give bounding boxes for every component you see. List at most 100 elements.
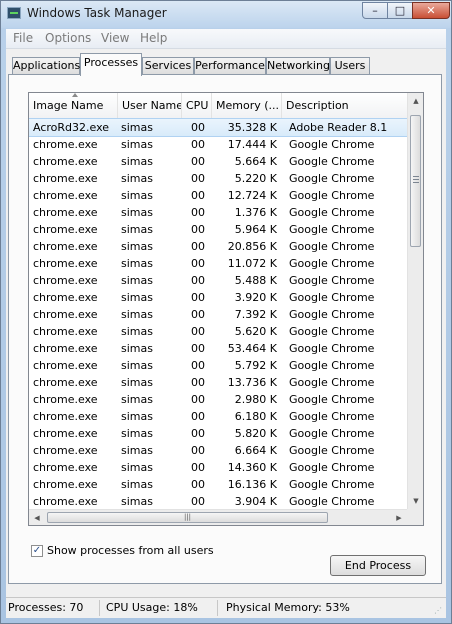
process-row[interactable]: chrome.exe simas 00 5.820 K Google Chrome xyxy=(29,425,407,442)
column-header-user-name[interactable]: User Name xyxy=(118,93,182,118)
process-row[interactable]: chrome.exe simas 00 1.376 K Google Chrome xyxy=(29,204,407,221)
column-header-memory[interactable]: Memory (... xyxy=(212,93,282,118)
process-image-name: chrome.exe xyxy=(33,223,98,236)
process-row[interactable]: chrome.exe simas 00 3.920 K Google Chrome xyxy=(29,289,407,306)
process-description: Google Chrome xyxy=(289,240,375,253)
menu-help[interactable]: Help xyxy=(140,31,167,45)
menu-view[interactable]: View xyxy=(101,31,129,45)
column-label: CPU xyxy=(186,99,209,112)
tab-performance[interactable]: Performance xyxy=(194,57,266,75)
process-row[interactable]: chrome.exe simas 00 13.736 K Google Chrome xyxy=(29,374,407,391)
process-row[interactable]: chrome.exe simas 00 5.792 K Google Chrome xyxy=(29,357,407,374)
column-header-row: Image Name User Name CPU Memory (... Des… xyxy=(29,93,407,119)
horizontal-scroll-thumb[interactable]: ||| xyxy=(47,512,328,523)
process-row[interactable]: chrome.exe simas 00 5.964 K Google Chrome xyxy=(29,221,407,238)
process-row[interactable]: chrome.exe simas 00 16.136 K Google Chrome xyxy=(29,476,407,493)
process-row[interactable]: chrome.exe simas 00 5.664 K Google Chrome xyxy=(29,153,407,170)
process-image-name: chrome.exe xyxy=(33,325,98,338)
process-row[interactable]: AcroRd32.exe simas 00 35.328 K Adobe Reader … xyxy=(29,118,408,137)
tab-processes[interactable]: Processes xyxy=(80,53,142,76)
process-row[interactable]: chrome.exe simas 00 6.664 K Google Chrome xyxy=(29,442,407,459)
process-description: Google Chrome xyxy=(289,342,375,355)
process-row[interactable]: chrome.exe simas 00 7.392 K Google Chrome xyxy=(29,306,407,323)
process-description: Google Chrome xyxy=(289,274,375,287)
close-button[interactable]: ✕ xyxy=(412,2,450,19)
process-image-name: chrome.exe xyxy=(33,461,98,474)
process-cpu: 00 xyxy=(191,461,205,474)
process-row[interactable]: chrome.exe simas 00 17.444 K Google Chrome xyxy=(29,136,407,153)
process-user-name: simas xyxy=(121,155,153,168)
scroll-right-icon[interactable]: ▶ xyxy=(391,510,407,525)
process-user-name: simas xyxy=(121,393,153,406)
process-image-name: chrome.exe xyxy=(33,206,98,219)
vertical-scroll-thumb[interactable] xyxy=(410,115,421,247)
process-cpu: 00 xyxy=(191,427,205,440)
process-row[interactable]: chrome.exe simas 00 2.980 K Google Chrome xyxy=(29,391,407,408)
process-cpu: 00 xyxy=(191,257,205,270)
process-cpu: 00 xyxy=(191,478,205,491)
process-user-name: simas xyxy=(121,257,153,270)
vertical-scrollbar[interactable]: ▲ ▼ xyxy=(407,93,423,509)
process-cpu: 00 xyxy=(191,274,205,287)
column-header-cpu[interactable]: CPU xyxy=(182,93,212,118)
process-image-name: chrome.exe xyxy=(33,274,98,287)
process-memory: 17.444 K xyxy=(227,138,277,151)
menu-file[interactable]: File xyxy=(13,31,33,45)
process-row[interactable]: chrome.exe simas 00 5.620 K Google Chrome xyxy=(29,323,407,340)
menu-options[interactable]: Options xyxy=(45,31,91,45)
maximize-button[interactable]: □ xyxy=(387,2,413,19)
show-all-users-checkbox[interactable]: ✓ xyxy=(31,545,43,557)
process-row[interactable]: chrome.exe simas 00 53.464 K Google Chrome xyxy=(29,340,407,357)
task-manager-window: Windows Task Manager – □ ✕ File Options … xyxy=(0,0,452,624)
process-user-name: simas xyxy=(121,274,153,287)
tab-users[interactable]: Users xyxy=(330,57,370,75)
process-image-name: chrome.exe xyxy=(33,376,98,389)
process-cpu: 00 xyxy=(191,393,205,406)
process-cpu: 00 xyxy=(191,223,205,236)
process-cpu: 00 xyxy=(191,138,205,151)
process-row[interactable]: chrome.exe simas 00 6.180 K Google Chrome xyxy=(29,408,407,425)
process-user-name: simas xyxy=(121,342,153,355)
process-row[interactable]: chrome.exe simas 00 3.904 K Google Chrome xyxy=(29,493,407,510)
column-label: User Name xyxy=(122,99,182,112)
process-cpu: 00 xyxy=(191,206,205,219)
status-bar: Processes: 70 CPU Usage: 18% Physical Me… xyxy=(6,597,446,618)
process-memory: 6.664 K xyxy=(234,444,277,457)
minimize-button[interactable]: – xyxy=(362,2,388,19)
tab-networking[interactable]: Networking xyxy=(266,57,330,75)
column-header-description[interactable]: Description xyxy=(282,93,407,118)
process-memory: 5.220 K xyxy=(234,172,277,185)
process-row[interactable]: chrome.exe simas 00 12.724 K Google Chrome xyxy=(29,187,407,204)
column-label: Memory (... xyxy=(216,99,280,112)
process-row[interactable]: chrome.exe simas 00 5.220 K Google Chrome xyxy=(29,170,407,187)
process-user-name: simas xyxy=(121,240,153,253)
horizontal-scrollbar[interactable]: ◀ ||| ▶ xyxy=(29,509,407,525)
process-memory: 3.920 K xyxy=(234,291,277,304)
tab-applications[interactable]: Applications xyxy=(12,57,80,75)
process-user-name: simas xyxy=(121,495,153,508)
column-header-image-name[interactable]: Image Name xyxy=(29,93,118,118)
process-memory: 12.724 K xyxy=(227,189,277,202)
column-label: Description xyxy=(286,99,349,112)
show-all-users-label[interactable]: Show processes from all users xyxy=(47,544,214,557)
scroll-down-icon[interactable]: ▼ xyxy=(408,493,423,509)
end-process-button[interactable]: End Process xyxy=(330,555,426,576)
process-cpu: 00 xyxy=(191,155,205,168)
process-description: Google Chrome xyxy=(289,257,375,270)
process-user-name: simas xyxy=(121,223,153,236)
process-row[interactable]: chrome.exe simas 00 11.072 K Google Chrome xyxy=(29,255,407,272)
process-row[interactable]: chrome.exe simas 00 5.488 K Google Chrome xyxy=(29,272,407,289)
process-row[interactable]: chrome.exe simas 00 20.856 K Google Chrome xyxy=(29,238,407,255)
process-list[interactable]: Image Name User Name CPU Memory (... Des… xyxy=(28,92,424,526)
process-description: Google Chrome xyxy=(289,172,375,185)
title-bar[interactable]: Windows Task Manager – □ ✕ xyxy=(1,1,451,28)
tab-services[interactable]: Services xyxy=(142,57,194,75)
process-memory: 35.328 K xyxy=(227,121,277,134)
scroll-up-icon[interactable]: ▲ xyxy=(408,93,423,109)
process-description: Google Chrome xyxy=(289,325,375,338)
scroll-left-icon[interactable]: ◀ xyxy=(29,510,45,525)
process-description: Google Chrome xyxy=(289,444,375,457)
resize-grip-icon[interactable]: ⋰ xyxy=(434,606,444,616)
process-image-name: chrome.exe xyxy=(33,308,98,321)
process-row[interactable]: chrome.exe simas 00 14.360 K Google Chrome xyxy=(29,459,407,476)
